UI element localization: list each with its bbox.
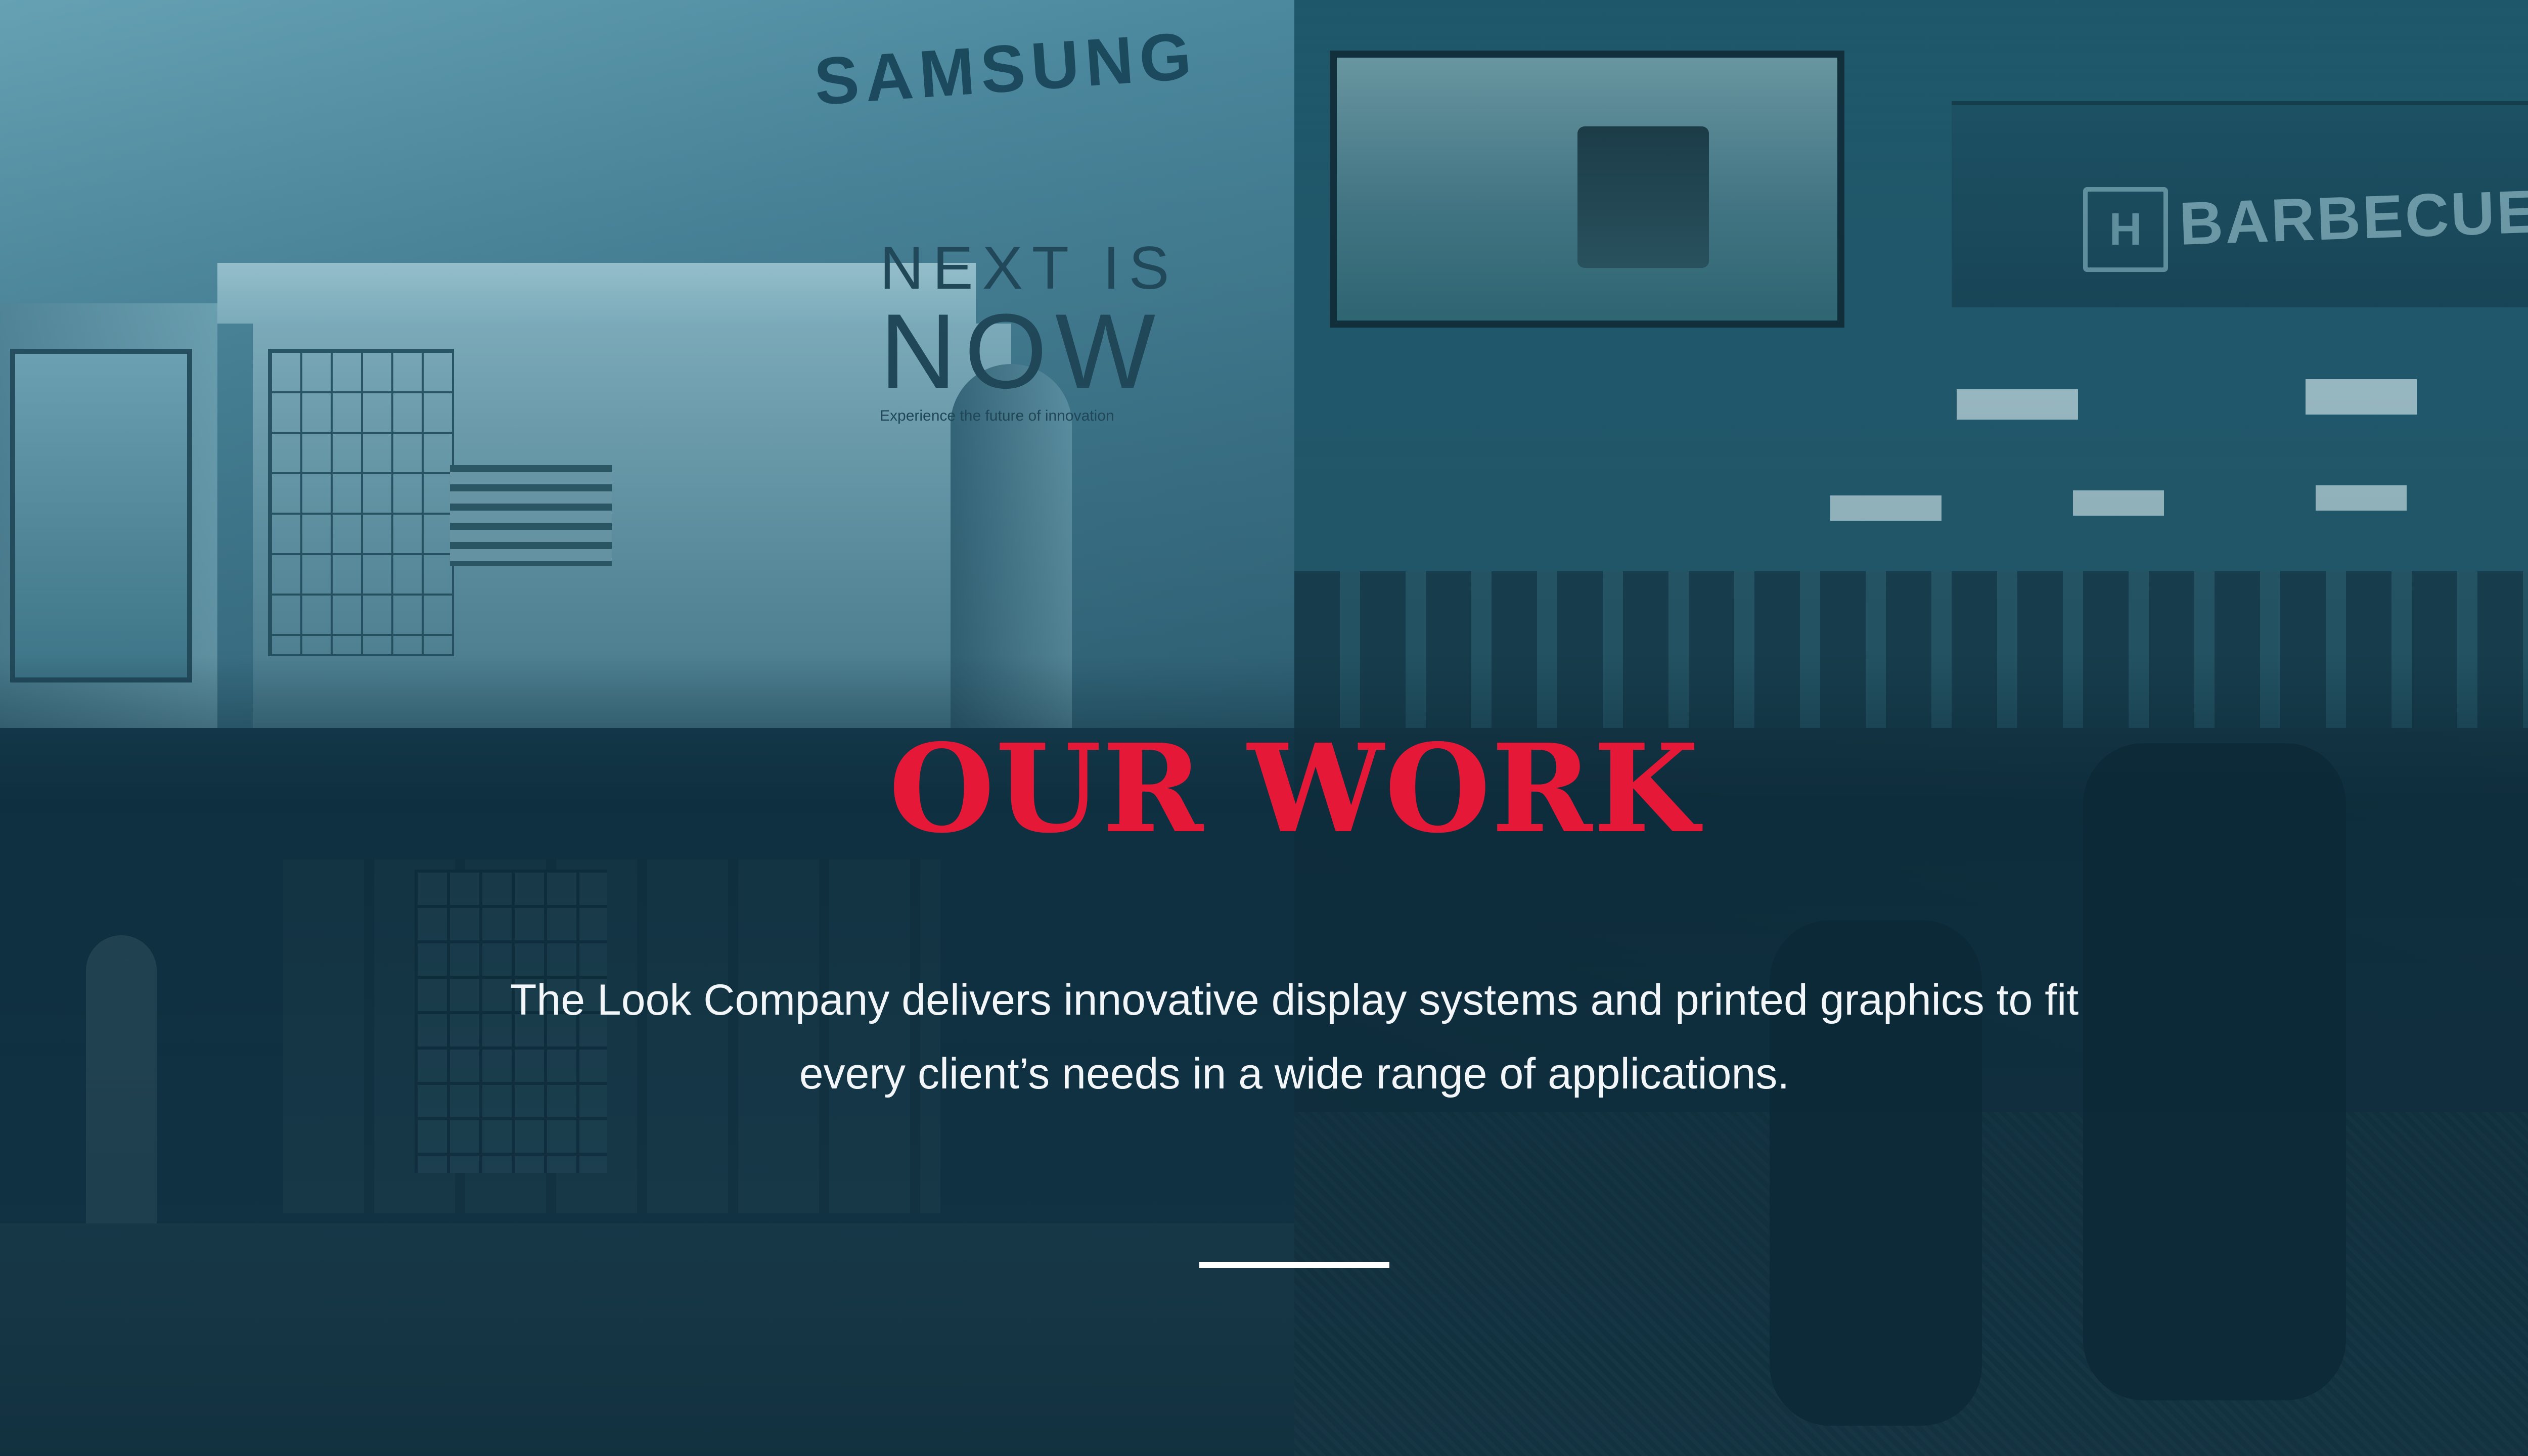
- shoe-shelf: [0, 1223, 1294, 1456]
- photo-samsung-store: SAMSUNG NEXT IS NOW Experience the futur…: [0, 0, 1294, 728]
- ceiling-light: [2073, 490, 2164, 516]
- tv-grill-image: [1577, 126, 1709, 268]
- next-is-now-graphic: NEXT IS NOW Experience the future of inn…: [880, 238, 1179, 424]
- ceiling-light: [1830, 495, 1942, 521]
- ceiling-light: [1957, 389, 2078, 420]
- innovation-tagline: Experience the future of innovation: [880, 407, 1114, 424]
- store-aisle: [1294, 571, 2528, 728]
- ceiling-light: [2316, 485, 2407, 511]
- divider-line: [1199, 1262, 1389, 1268]
- description-text: The Look Company delivers innovative dis…: [510, 976, 2079, 1098]
- store-display-grid: [268, 349, 454, 656]
- store-ceiling: [217, 263, 976, 324]
- mannequin: [86, 935, 157, 1249]
- store-poster: [10, 349, 192, 682]
- next-is-text: NEXT IS: [880, 234, 1179, 302]
- ceiling-light: [2306, 379, 2417, 415]
- samsung-sign: SAMSUNG: [811, 18, 1200, 119]
- home-logo-icon: H: [2083, 187, 2168, 272]
- barbecues-sign-text: BARBECUES: [2178, 176, 2528, 258]
- page-title: OUR WORK: [888, 717, 1700, 860]
- now-text: NOW: [880, 292, 1164, 411]
- store-shelves: [450, 465, 612, 566]
- slide-page: SAMSUNG NEXT IS NOW Experience the futur…: [0, 0, 2528, 1456]
